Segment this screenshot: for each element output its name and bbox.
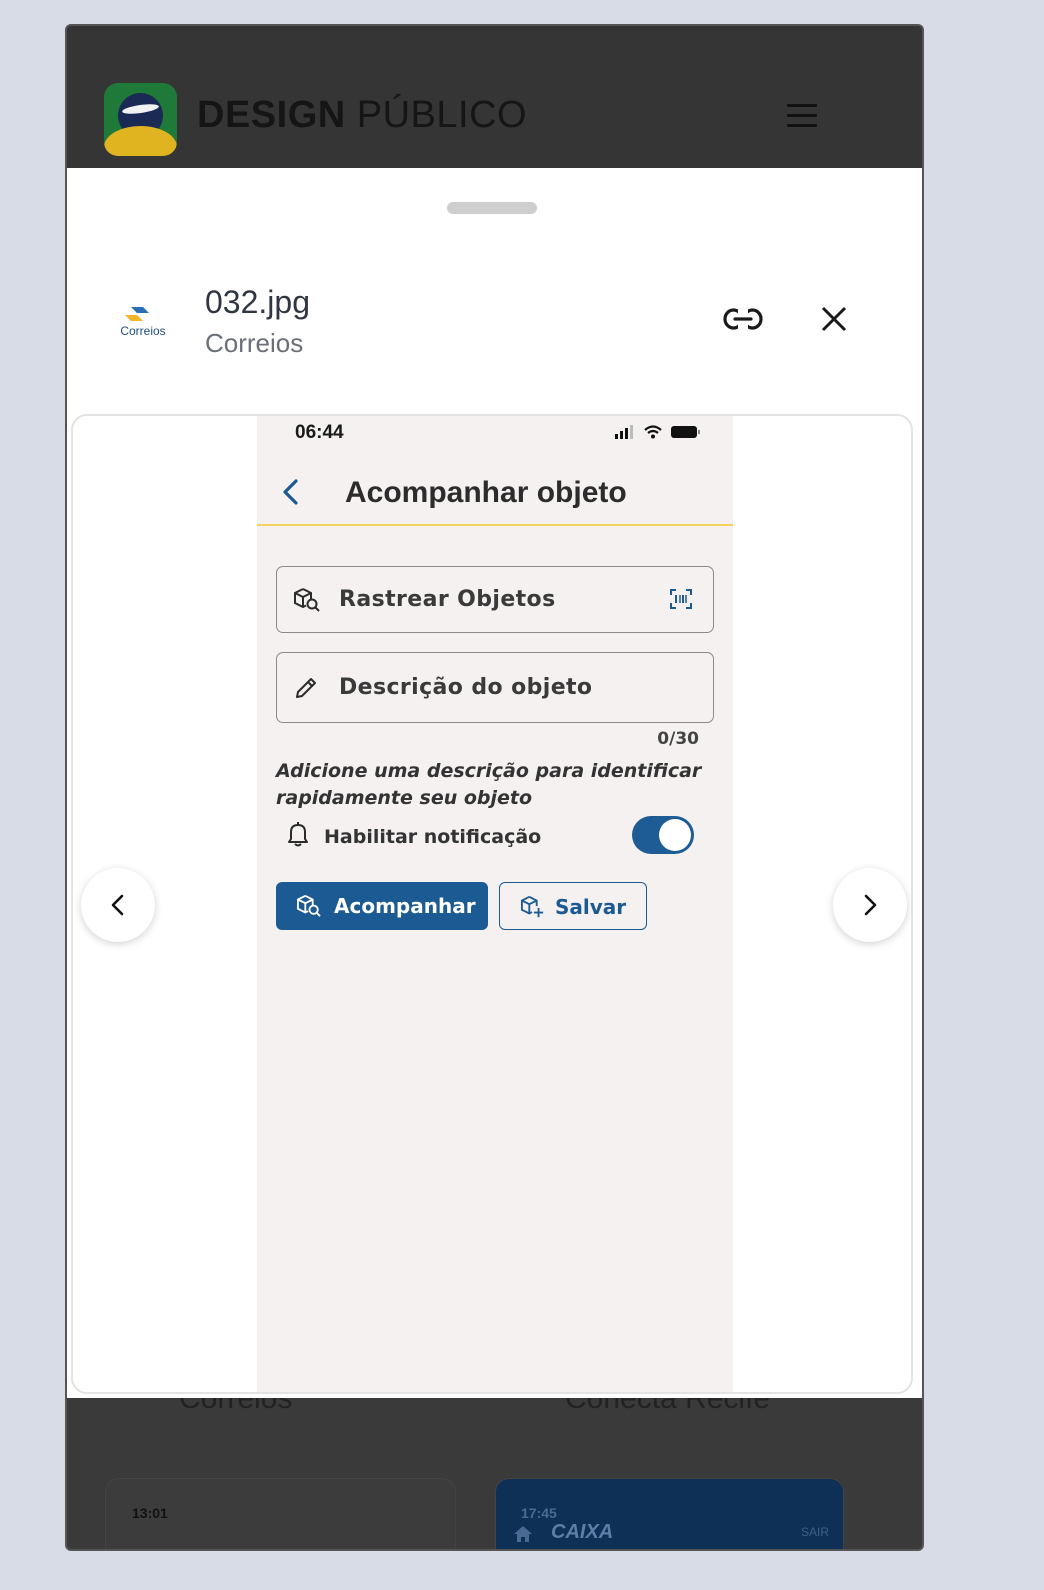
home-icon xyxy=(514,1526,532,1542)
bell-icon xyxy=(288,822,308,847)
site-title[interactable]: DESIGN PÚBLICO xyxy=(197,94,527,137)
app-bar: Acompanhar objeto xyxy=(257,454,733,526)
object-description-field[interactable]: Descrição do objeto xyxy=(276,652,714,723)
status-icons xyxy=(615,425,700,439)
correios-logo: Correios xyxy=(113,301,173,341)
chevron-left-icon xyxy=(111,894,124,916)
status-bar: 06:44 xyxy=(257,416,733,454)
bg-card-caixa[interactable]: 17:45 CAIXA SAIR xyxy=(495,1478,844,1549)
app-name: Correios xyxy=(205,328,304,358)
track-objects-label: Rastrear Objetos xyxy=(339,587,556,612)
drag-handle[interactable] xyxy=(447,202,537,214)
bg-sair-label: SAIR xyxy=(800,1525,829,1539)
back-chevron-icon[interactable] xyxy=(281,478,299,506)
package-add-icon xyxy=(521,896,544,918)
preview-sheet: Correios 032.jpg Correios 06:44 Acompanh… xyxy=(67,168,922,1398)
notification-label: Habilitar notificação xyxy=(324,826,542,848)
phone-screenshot: 06:44 Acompanhar objeto Rastrear Objetos… xyxy=(257,416,733,1392)
hamburger-icon[interactable] xyxy=(787,104,817,128)
toggle-knob xyxy=(659,819,691,851)
track-objects-field[interactable]: Rastrear Objetos xyxy=(276,566,714,633)
package-search-icon xyxy=(294,588,320,612)
page-title: Acompanhar objeto xyxy=(345,476,627,509)
save-button-label: Salvar xyxy=(555,895,627,919)
package-search-icon xyxy=(297,895,321,917)
correios-logo-text: Correios xyxy=(120,324,165,338)
track-button[interactable]: Acompanhar xyxy=(276,882,488,930)
site-title-light: PÚBLICO xyxy=(356,94,528,136)
file-name: 032.jpg xyxy=(205,284,310,320)
site-logo[interactable] xyxy=(104,83,177,156)
next-image-button[interactable] xyxy=(833,868,907,942)
pencil-icon xyxy=(296,678,316,698)
notification-toggle[interactable] xyxy=(632,816,694,854)
bg-card-time: 13:01 xyxy=(132,1505,168,1521)
status-time: 06:44 xyxy=(295,422,344,443)
char-counter: 0/30 xyxy=(657,729,699,749)
description-hint: Adicione uma descrição para identificar … xyxy=(276,760,702,809)
site-title-bold: DESIGN xyxy=(197,94,346,136)
track-button-label: Acompanhar xyxy=(334,894,476,918)
close-icon[interactable] xyxy=(819,304,849,334)
image-viewer: 06:44 Acompanhar objeto Rastrear Objetos… xyxy=(71,414,913,1394)
bg-card-correios[interactable]: 13:01 xyxy=(105,1478,456,1549)
object-description-label: Descrição do objeto xyxy=(339,675,593,700)
barcode-scan-icon[interactable] xyxy=(669,587,693,611)
previous-image-button[interactable] xyxy=(81,868,155,942)
caixa-brand: CAIXA xyxy=(551,1521,614,1543)
save-button[interactable]: Salvar xyxy=(499,882,647,930)
chevron-right-icon xyxy=(864,894,877,916)
link-icon[interactable] xyxy=(722,304,764,334)
site-header: DESIGN PÚBLICO xyxy=(67,26,922,168)
device-frame: DESIGN PÚBLICO Correios Conecta Recife 1… xyxy=(65,24,924,1551)
bg-card-time: 17:45 xyxy=(521,1505,557,1521)
